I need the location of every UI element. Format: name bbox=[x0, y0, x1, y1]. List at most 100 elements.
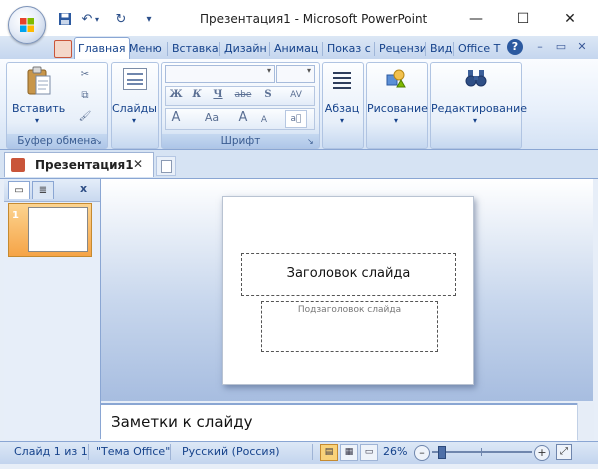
slides-label: Слайды bbox=[112, 102, 157, 115]
zoom-slider-thumb[interactable] bbox=[437, 446, 446, 459]
slide-count-status: Слайд 1 из 1 bbox=[14, 445, 88, 458]
italic-button[interactable]: К bbox=[188, 87, 206, 103]
redo-icon[interactable]: ↻ bbox=[112, 12, 130, 28]
subtitle-placeholder[interactable]: Подзаголовок слайда bbox=[261, 301, 438, 352]
maximize-button[interactable]: ☐ bbox=[508, 8, 538, 30]
change-case-button[interactable]: Aa bbox=[200, 110, 224, 126]
editing-button[interactable]: Редактирование ▾ bbox=[431, 64, 527, 134]
status-separator bbox=[88, 444, 89, 460]
ribbon-minimize-icon[interactable]: – bbox=[532, 39, 548, 55]
language-status[interactable]: Русский (Россия) bbox=[182, 445, 280, 458]
font-size-dropdown[interactable]: ▾ bbox=[276, 65, 315, 83]
paste-button[interactable]: Вставить ▾ bbox=[12, 64, 65, 126]
zoom-level[interactable]: 26% bbox=[383, 445, 407, 458]
font-name-dropdown[interactable]: ▾ bbox=[165, 65, 275, 83]
office-logo-icon bbox=[20, 18, 34, 32]
undo-dropdown-icon[interactable]: ▾ bbox=[92, 12, 102, 28]
font-group-label: Шрифт bbox=[162, 134, 319, 148]
editing-label: Редактирование bbox=[431, 102, 527, 115]
drawing-button[interactable]: Рисование ▾ bbox=[367, 64, 428, 134]
paragraph-button[interactable]: Абзац ▾ bbox=[323, 64, 361, 134]
close-button[interactable]: ✕ bbox=[555, 8, 585, 30]
office-button[interactable] bbox=[8, 6, 46, 44]
qat-customize-icon[interactable]: ▾ bbox=[140, 12, 158, 28]
new-document-tab-button[interactable] bbox=[156, 156, 176, 176]
format-painter-icon[interactable]: 🖌 bbox=[76, 109, 94, 125]
tab-separator bbox=[453, 42, 454, 56]
normal-view-icon[interactable]: ▤ bbox=[320, 444, 338, 461]
theme-status[interactable]: "Тема Office" bbox=[96, 445, 170, 458]
tab-slideshow[interactable]: Показ с bbox=[324, 40, 378, 58]
grow-font-button[interactable]: A bbox=[167, 110, 185, 126]
slides-button[interactable]: Слайды ▾ bbox=[112, 64, 157, 134]
cut-icon[interactable]: ✂ bbox=[76, 67, 94, 83]
title-placeholder-text: Заголовок слайда bbox=[286, 266, 411, 281]
tab-review[interactable]: Рецензи bbox=[376, 40, 430, 58]
status-separator bbox=[170, 444, 171, 460]
tab-animation[interactable]: Анимац bbox=[271, 40, 326, 58]
slides-dropdown-icon: ▾ bbox=[131, 116, 136, 125]
slideshow-view-icon[interactable]: ▭ bbox=[360, 444, 378, 461]
tab-separator bbox=[167, 42, 168, 56]
title-placeholder[interactable]: Заголовок слайда bbox=[241, 253, 456, 296]
tab-home[interactable]: Главная bbox=[74, 37, 130, 60]
slides-tab-icon[interactable]: ▭ bbox=[8, 181, 30, 199]
tab-separator bbox=[322, 42, 323, 56]
outline-tab-icon[interactable]: ≣ bbox=[32, 181, 54, 199]
new-document-icon bbox=[161, 160, 172, 173]
zoom-out-button[interactable]: – bbox=[414, 445, 430, 461]
document-tab[interactable]: Презентация1 ✕ bbox=[4, 152, 154, 177]
chevron-down-icon: ▾ bbox=[306, 66, 311, 75]
notes-scrollbar[interactable] bbox=[577, 403, 594, 440]
ribbon-restore-icon[interactable]: ▭ bbox=[553, 39, 569, 55]
save-icon[interactable] bbox=[56, 12, 74, 28]
paragraph-dropdown-icon: ▾ bbox=[339, 116, 344, 125]
addin-icon[interactable] bbox=[54, 40, 72, 58]
chevron-down-icon: ▾ bbox=[266, 66, 271, 75]
tab-separator bbox=[374, 42, 375, 56]
paragraph-icon bbox=[333, 70, 351, 89]
slide-sorter-view-icon[interactable]: ▦ bbox=[340, 444, 358, 461]
help-icon[interactable]: ? bbox=[507, 39, 523, 55]
copy-icon[interactable]: ⧉ bbox=[76, 88, 94, 104]
shadow-button[interactable]: S bbox=[259, 87, 277, 103]
strikethrough-button[interactable]: abe bbox=[231, 87, 255, 103]
fit-to-window-icon[interactable]: ⤢ bbox=[556, 444, 572, 460]
clear-formatting-icon[interactable]: a⃞ bbox=[285, 110, 307, 128]
notes-placeholder-text: Заметки к слайду bbox=[111, 413, 253, 431]
zoom-slider-center-mark bbox=[481, 448, 482, 456]
dialog-launcher-icon[interactable]: ↘ bbox=[95, 137, 105, 147]
bold-button[interactable]: Ж bbox=[167, 87, 185, 103]
binoculars-icon bbox=[465, 70, 487, 87]
tab-design[interactable]: Дизайн bbox=[221, 40, 273, 58]
document-tab-close-icon[interactable]: ✕ bbox=[133, 157, 143, 171]
tab-insert[interactable]: Вставка bbox=[169, 40, 223, 58]
tab-separator bbox=[269, 42, 270, 56]
subtitle-placeholder-text: Подзаголовок слайда bbox=[297, 305, 402, 315]
underline-button[interactable]: Ч bbox=[209, 87, 227, 103]
document-tab-label: Презентация1 bbox=[35, 158, 134, 172]
grow-font-button-2[interactable]: A bbox=[234, 110, 252, 126]
panel-close-icon[interactable]: x bbox=[80, 182, 87, 195]
drawing-dropdown-icon: ▾ bbox=[393, 116, 398, 125]
clipboard-group-label: Буфер обмена bbox=[7, 134, 107, 148]
editing-dropdown-icon: ▾ bbox=[472, 116, 477, 125]
shrink-font-button[interactable]: A bbox=[255, 112, 273, 128]
slide-thumbnail[interactable] bbox=[28, 207, 88, 252]
tab-menu[interactable]: Меню bbox=[126, 40, 172, 58]
font-dialog-launcher-icon[interactable]: ↘ bbox=[307, 137, 317, 147]
pptx-file-icon bbox=[11, 158, 25, 172]
paste-dropdown-icon: ▾ bbox=[34, 116, 39, 125]
zoom-slider-track[interactable] bbox=[432, 451, 532, 453]
minimize-button[interactable]: — bbox=[461, 8, 491, 30]
shapes-icon bbox=[386, 69, 406, 88]
slide-number: 1 bbox=[12, 210, 19, 221]
ribbon-close-icon[interactable]: ✕ bbox=[574, 39, 590, 55]
char-spacing-button[interactable]: AV bbox=[284, 87, 308, 103]
drawing-label: Рисование bbox=[367, 102, 428, 115]
notes-pane[interactable]: Заметки к слайду bbox=[101, 403, 577, 442]
zoom-in-button[interactable]: + bbox=[534, 445, 550, 461]
status-separator bbox=[312, 444, 313, 460]
tab-office-tab[interactable]: Office T bbox=[455, 40, 507, 58]
paste-icon bbox=[27, 66, 51, 95]
